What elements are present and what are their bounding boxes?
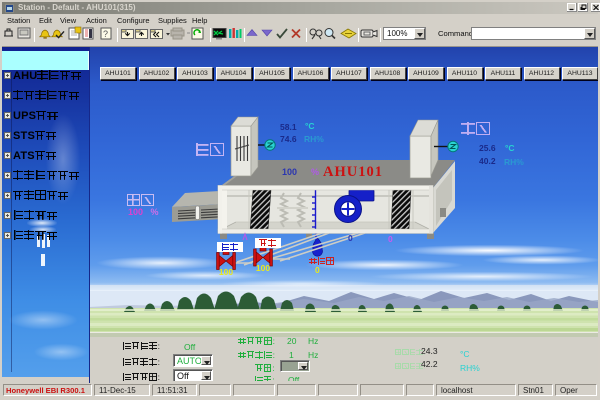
svg-text:?: ? — [103, 29, 108, 39]
